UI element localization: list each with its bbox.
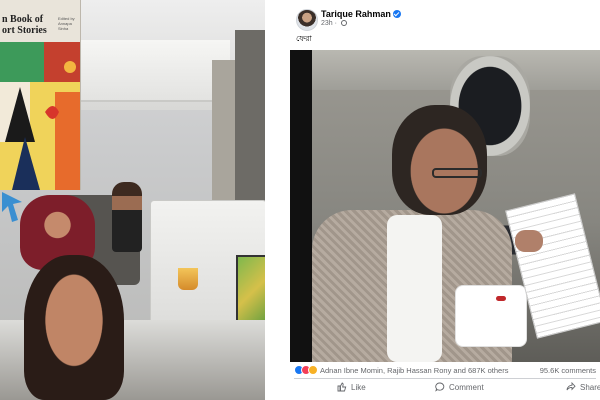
share-icon xyxy=(566,382,576,391)
post-actions: Like Comment Share xyxy=(290,380,600,396)
author-name-row[interactable]: Tarique Rahman xyxy=(321,9,401,19)
post-caption: ফেরা xyxy=(296,34,312,43)
seat-screen xyxy=(236,255,265,329)
comments-count[interactable]: 95.6K comments xyxy=(540,366,596,375)
share-button[interactable]: Share xyxy=(566,382,600,392)
left-cabin-photo: n Book of ort Stories Edited by Annapa S… xyxy=(0,0,265,400)
post-time[interactable]: 23h xyxy=(321,20,333,27)
post-meta: 23h · xyxy=(321,20,347,27)
cursor-arrow-icon xyxy=(2,192,22,222)
panel-divider xyxy=(265,0,290,400)
comment-button[interactable]: Comment xyxy=(435,382,484,392)
book-cover-art xyxy=(0,42,80,190)
comment-icon xyxy=(435,382,445,392)
eyeglasses xyxy=(432,168,482,178)
verified-badge-icon xyxy=(392,10,401,18)
drink-glass xyxy=(178,268,198,290)
man-head xyxy=(392,105,487,215)
reactions-summary[interactable]: Adnan Ibne Momin, Rajib Hassan Rony and … xyxy=(294,365,596,377)
pillow xyxy=(455,285,527,347)
hand xyxy=(515,230,543,252)
like-button[interactable]: Like xyxy=(337,382,366,392)
book-title: n Book of ort Stories xyxy=(2,14,47,36)
book-editor: Edited by Annapa Sinha xyxy=(58,16,75,31)
comment-label: Comment xyxy=(449,383,484,392)
reactions-text[interactable]: Adnan Ibne Momin, Rajib Hassan Rony and … xyxy=(320,366,508,375)
background-passenger xyxy=(112,182,142,252)
overhead-panel xyxy=(80,40,230,102)
author-name[interactable]: Tarique Rahman xyxy=(321,9,391,19)
selfie-person xyxy=(24,255,124,400)
like-label: Like xyxy=(351,383,366,392)
post-photo[interactable] xyxy=(290,50,600,362)
white-shirt xyxy=(387,215,442,362)
photo-dark-edge xyxy=(290,50,312,362)
globe-icon xyxy=(340,20,347,26)
divider-line xyxy=(294,378,596,379)
care-reaction-icon xyxy=(308,365,318,375)
book-cover: n Book of ort Stories Edited by Annapa S… xyxy=(0,0,81,190)
share-label: Share xyxy=(580,383,600,392)
author-avatar[interactable] xyxy=(296,9,318,31)
facebook-post: Tarique Rahman 23h · ফেরা Adnan Ibne Mom… xyxy=(290,0,600,400)
thumbs-up-icon xyxy=(337,382,347,392)
airline-logo xyxy=(496,296,506,301)
